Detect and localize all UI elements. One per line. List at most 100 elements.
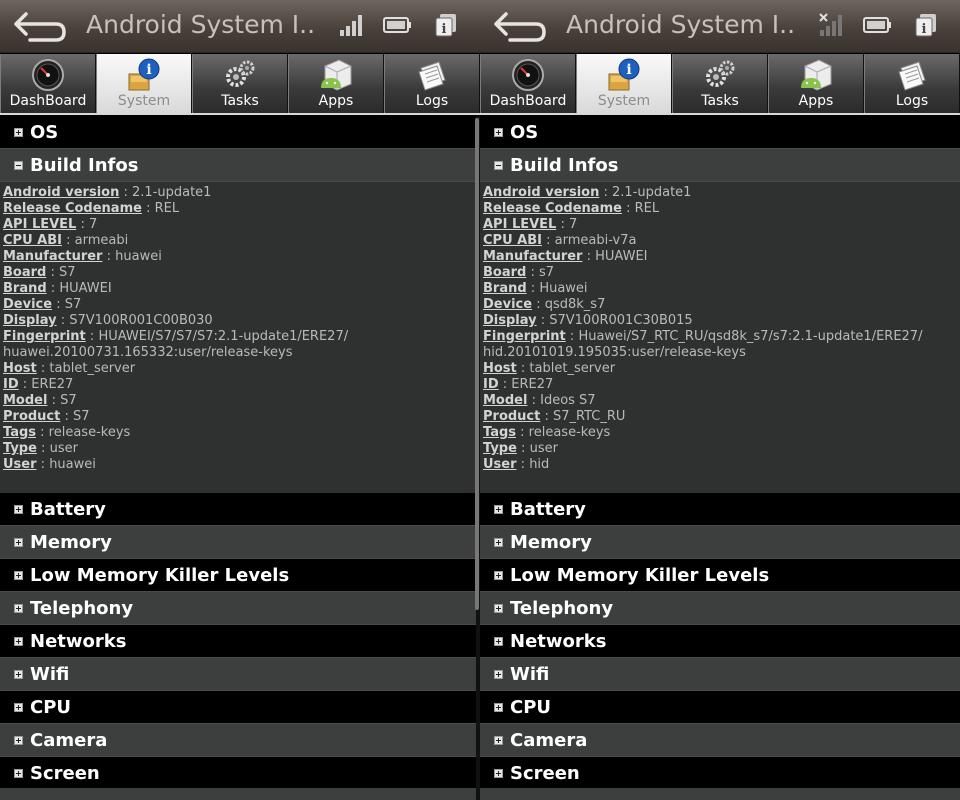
android-apps-icon	[799, 58, 833, 92]
section-build-infos[interactable]: Build Infos	[480, 149, 960, 182]
info-value: 7	[89, 217, 98, 232]
info-key-link[interactable]: Manufacturer	[3, 249, 102, 264]
section-low-memory-killer[interactable]: Low Memory Killer Levels	[480, 559, 960, 592]
expand-plus-icon	[14, 736, 23, 745]
scrollbar[interactable]	[475, 118, 479, 610]
info-row: ID : ERE27	[3, 377, 74, 392]
expand-plus-icon	[494, 571, 503, 580]
info-value: Ideos S7	[540, 393, 596, 408]
section-camera[interactable]: Camera	[0, 724, 480, 757]
info-key-link[interactable]: Device	[483, 297, 532, 312]
section-battery[interactable]: Battery	[0, 493, 480, 526]
info-key-link[interactable]: ID	[3, 377, 19, 392]
tab-system[interactable]: i System	[96, 54, 192, 113]
info-row: Manufacturer : huawei	[3, 249, 162, 264]
info-key-link[interactable]: Display	[483, 313, 537, 328]
partial-section-row	[0, 788, 480, 800]
section-screen[interactable]: Screen	[0, 757, 480, 790]
info-key-link[interactable]: Release Codename	[3, 201, 142, 216]
info-key-link[interactable]: CPU ABI	[483, 233, 542, 248]
section-wifi[interactable]: Wifi	[0, 658, 480, 691]
tab-tasks[interactable]: Tasks	[672, 54, 768, 113]
expand-plus-icon	[494, 128, 503, 137]
section-label: OS	[30, 121, 59, 143]
section-telephony[interactable]: Telephony	[0, 592, 480, 625]
info-row: Model : S7	[3, 393, 77, 408]
expand-plus-icon	[14, 128, 23, 137]
expand-plus-icon	[494, 703, 503, 712]
app-root: Android System I... i DashBoard i System…	[0, 0, 960, 800]
back-button[interactable]	[490, 8, 548, 44]
info-key-link[interactable]: Type	[3, 441, 37, 456]
info-key-link[interactable]: User	[483, 457, 517, 472]
info-row: Device : qsd8k_s7	[483, 297, 606, 312]
section-telephony[interactable]: Telephony	[480, 592, 960, 625]
info-value: 2.1-update1	[132, 185, 212, 200]
section-camera[interactable]: Camera	[480, 724, 960, 757]
tab-apps[interactable]: Apps	[768, 54, 864, 113]
info-key-link[interactable]: Fingerprint	[483, 329, 566, 344]
info-row: CPU ABI : armeabi-v7a	[483, 233, 637, 248]
info-key-link[interactable]: Board	[483, 265, 526, 280]
tab-system[interactable]: i System	[576, 54, 672, 113]
tab-tasks[interactable]: Tasks	[192, 54, 288, 113]
gears-icon	[703, 58, 737, 92]
info-key-link[interactable]: ID	[483, 377, 499, 392]
info-key-link[interactable]: User	[3, 457, 37, 472]
section-screen[interactable]: Screen	[480, 757, 960, 790]
info-key-link[interactable]: Product	[483, 409, 540, 424]
info-key-link[interactable]: Device	[3, 297, 52, 312]
section-label: Telephony	[510, 597, 614, 619]
section-battery[interactable]: Battery	[480, 493, 960, 526]
info-key-link[interactable]: Fingerprint	[3, 329, 86, 344]
section-networks[interactable]: Networks	[0, 625, 480, 658]
section-cpu[interactable]: CPU	[480, 691, 960, 724]
tab-logs[interactable]: Logs	[864, 54, 960, 113]
info-key-link[interactable]: Type	[483, 441, 517, 456]
info-key-link[interactable]: Host	[483, 361, 517, 376]
section-memory[interactable]: Memory	[480, 526, 960, 559]
section-os[interactable]: OS	[480, 116, 960, 149]
section-networks[interactable]: Networks	[480, 625, 960, 658]
tab-dashboard[interactable]: DashBoard	[480, 54, 576, 113]
info-value: huawei	[49, 457, 96, 472]
info-key-link[interactable]: Release Codename	[483, 201, 622, 216]
info-key-link[interactable]: Tags	[3, 425, 36, 440]
section-low-memory-killer[interactable]: Low Memory Killer Levels	[0, 559, 480, 592]
tab-apps[interactable]: Apps	[288, 54, 384, 113]
info-key-link[interactable]: Board	[3, 265, 46, 280]
system-info-icon: i	[607, 58, 641, 92]
info-key-link[interactable]: Model	[483, 393, 527, 408]
info-key-link[interactable]: Manufacturer	[483, 249, 582, 264]
info-key-link[interactable]: Android version	[483, 185, 599, 200]
section-label: Low Memory Killer Levels	[30, 564, 290, 586]
section-os[interactable]: OS	[0, 116, 480, 149]
back-button[interactable]	[10, 8, 68, 44]
tab-logs[interactable]: Logs	[384, 54, 480, 113]
info-key-link[interactable]: Display	[3, 313, 57, 328]
info-key-link[interactable]: CPU ABI	[3, 233, 62, 248]
info-key-link[interactable]: Model	[3, 393, 47, 408]
info-key-link[interactable]: Tags	[483, 425, 516, 440]
section-wifi[interactable]: Wifi	[480, 658, 960, 691]
info-value: release-keys	[48, 425, 131, 440]
section-build-infos[interactable]: Build Infos	[0, 149, 480, 182]
info-key-link[interactable]: Brand	[483, 281, 527, 296]
collapse-minus-icon	[14, 161, 23, 170]
info-key-link[interactable]: Android version	[3, 185, 119, 200]
info-key-link[interactable]: API LEVEL	[483, 217, 556, 232]
info-value: S7	[73, 409, 90, 424]
info-key-link[interactable]: Brand	[3, 281, 47, 296]
gears-icon	[223, 58, 257, 92]
info-key-link[interactable]: Host	[3, 361, 37, 376]
section-label: Screen	[30, 762, 100, 784]
expand-plus-icon	[14, 505, 23, 514]
info-value-continuation: huawei.20100731.165332:user/release-keys	[3, 345, 293, 360]
info-key-link[interactable]: API LEVEL	[3, 217, 76, 232]
tab-dashboard[interactable]: DashBoard	[0, 54, 96, 113]
section-cpu[interactable]: CPU	[0, 691, 480, 724]
info-value: ERE27	[511, 377, 554, 392]
collapse-minus-icon	[494, 161, 503, 170]
section-memory[interactable]: Memory	[0, 526, 480, 559]
info-key-link[interactable]: Product	[3, 409, 60, 424]
